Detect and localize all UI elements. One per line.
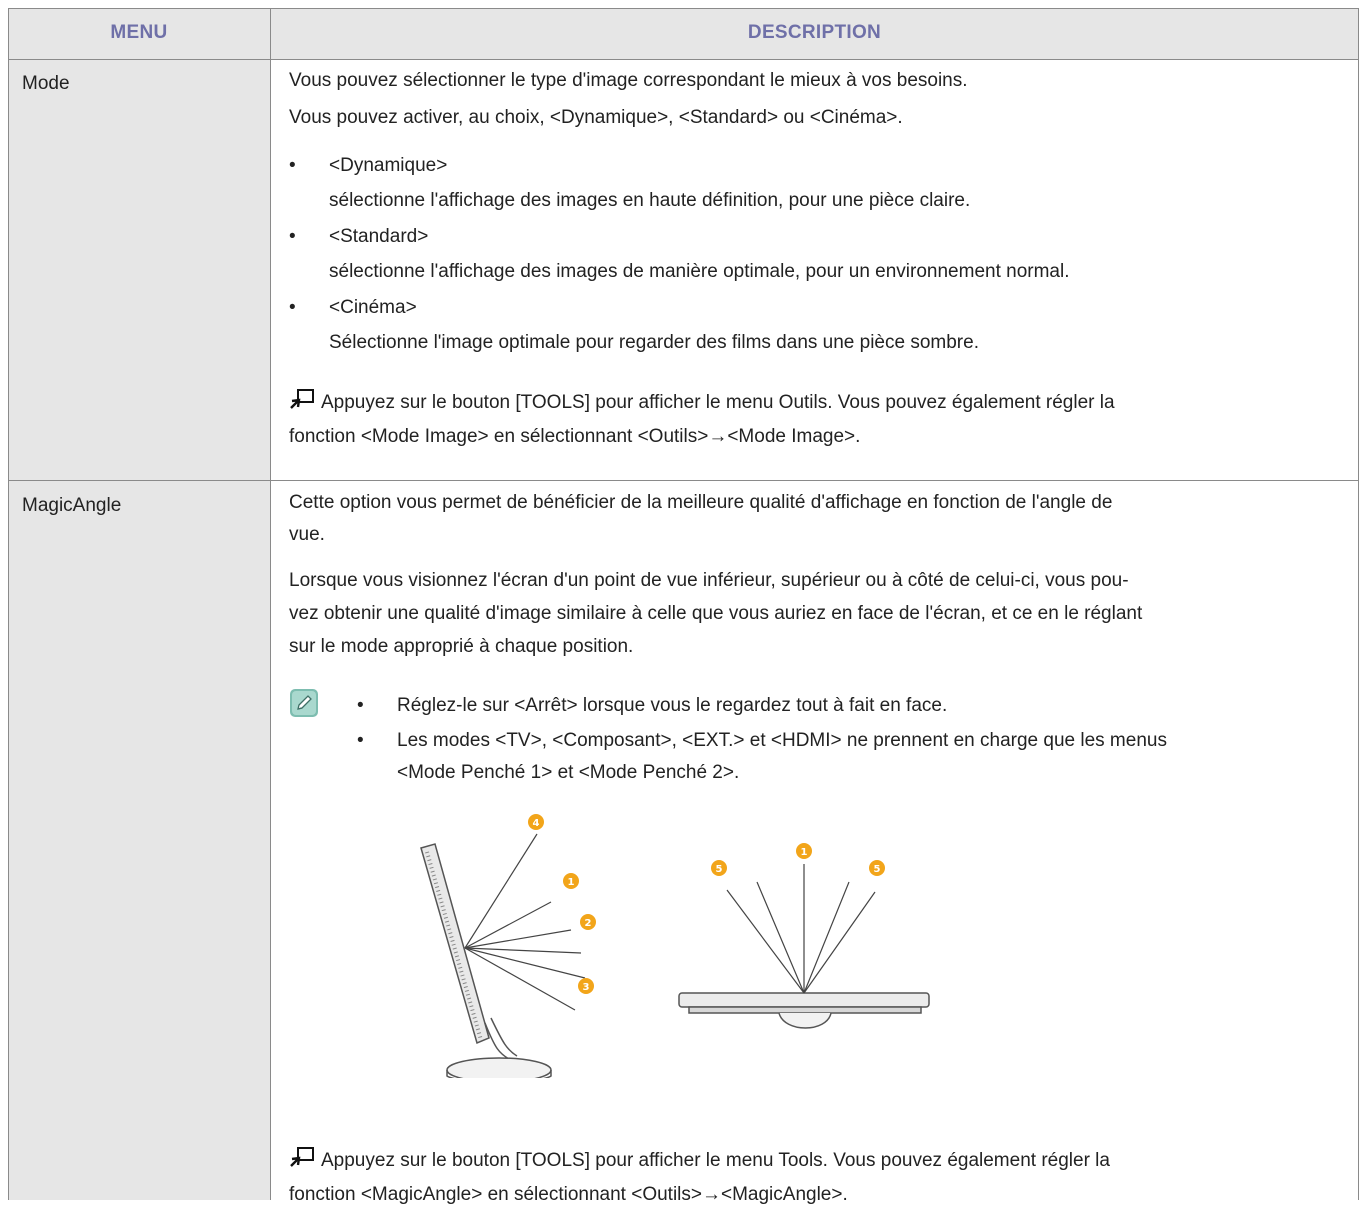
bullet: • (289, 155, 296, 176)
remote-tools-icon (290, 389, 314, 409)
badge-5-left-label: 5 (716, 864, 723, 875)
bullet-text: sélectionne l'affichage des images de ma… (329, 261, 1070, 282)
bullet-text: Sélectionne l'image optimale pour regard… (329, 332, 979, 353)
description-magicangle: Cette option vous permet de bénéficier d… (289, 488, 1344, 1205)
table-border-top (8, 8, 1359, 9)
angle-badges: 4 1 2 3 5 1 5 (528, 814, 885, 994)
tools-text: Appuyez sur le bouton [TOOLS] pour affic… (321, 1150, 1110, 1171)
badge-2-label: 2 (585, 918, 592, 929)
side-view-rays (464, 833, 586, 1011)
badge-1-top-label: 1 (801, 847, 808, 858)
magicangle-note-3: <Mode Penché 1> et <Mode Penché 2>. (397, 762, 740, 783)
bullet-title: <Standard> (329, 226, 429, 247)
magicangle-note-2: Les modes <TV>, <Composant>, <EXT.> et <… (397, 730, 1167, 751)
badge-1-label: 1 (568, 877, 575, 888)
description-mode: Vous pouvez sélectionner le type d'image… (289, 66, 1344, 476)
header-divider (8, 59, 1359, 60)
bullet: • (289, 297, 296, 318)
bullet: • (357, 730, 364, 751)
bullet: • (357, 695, 364, 716)
badge-3-label: 3 (583, 982, 590, 993)
magicangle-intro-2: vue. (289, 524, 325, 545)
mode-tools-line-2: fonction <Mode Image> en sélectionnant <… (289, 426, 861, 447)
magicangle-viewing-angle-illustration: 4 1 2 3 5 1 5 (420, 814, 930, 1078)
menu-table: MENU DESCRIPTION Mode Vous pouvez sélect… (8, 8, 1359, 1205)
top-view-rays (726, 864, 876, 994)
header-menu: MENU (110, 22, 168, 43)
menu-cell-mode: Mode (22, 73, 70, 94)
header-description: DESCRIPTION (747, 22, 882, 43)
magicangle-intro-1: Cette option vous permet de bénéficier d… (289, 492, 1113, 513)
magicangle-para-3: sur le mode approprié à chaque position. (289, 636, 634, 657)
bullet-title: <Cinéma> (329, 297, 417, 318)
tools-text: Appuyez sur le bouton [TOOLS] pour affic… (321, 392, 1115, 413)
badge-5-right-label: 5 (874, 864, 881, 875)
bullet-title: <Dynamique> (329, 155, 448, 176)
table-border-left (8, 8, 9, 1200)
note-pencil-icon (290, 689, 318, 717)
remote-tools-icon (290, 1147, 314, 1167)
bullet-text: sélectionne l'affichage des images en ha… (329, 190, 971, 211)
magicangle-note-1: Réglez-le sur <Arrêt> lorsque vous le re… (397, 695, 948, 716)
column-divider (270, 8, 271, 1200)
menu-column-bg (8, 59, 270, 1200)
badge-4-label: 4 (533, 818, 540, 829)
side-monitor-drawing (420, 843, 552, 1078)
top-monitor-drawing (678, 992, 930, 1029)
mode-line-2: Vous pouvez activer, au choix, <Dynamiqu… (289, 107, 903, 128)
magicangle-tools-line-2: fonction <MagicAngle> en sélectionnant <… (289, 1184, 848, 1205)
menu-cell-magicangle: MagicAngle (22, 495, 122, 516)
magicangle-para-2: vez obtenir une qualité d'image similair… (289, 603, 1143, 624)
mode-tools-line-1: Appuyez sur le bouton [TOOLS] pour affic… (289, 388, 1115, 418)
bullet: • (289, 226, 296, 247)
row-divider (8, 480, 1359, 481)
magicangle-para-1: Lorsque vous visionnez l'écran d'un poin… (289, 570, 1129, 591)
magicangle-tools-line-1: Appuyez sur le bouton [TOOLS] pour affic… (289, 1146, 1110, 1176)
mode-line-1: Vous pouvez sélectionner le type d'image… (289, 70, 968, 91)
